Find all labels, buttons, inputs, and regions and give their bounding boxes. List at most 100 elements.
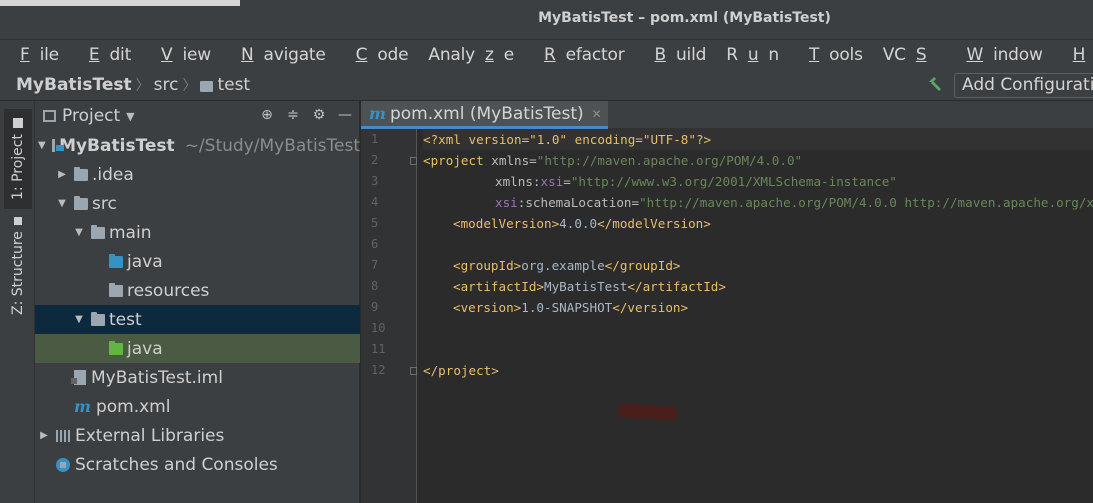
line-number: 1 — [371, 132, 379, 146]
tree-item-root[interactable]: ▼ MyBatisTest ~/Study/MyBatisTest — [35, 131, 360, 160]
chevron-right-icon: 〉 — [135, 78, 150, 94]
menu-bar: File Edit View Navigate Code Analy z e Ref… — [0, 40, 1093, 70]
chevron-down-icon[interactable]: ▼ — [126, 110, 134, 123]
tree-pom-label: pom.xml — [95, 396, 171, 417]
locate-target-icon[interactable]: ⊕ — [259, 107, 275, 123]
project-panel: Project ▼ ⊕ ≑ ⚙ — ▼ MyBatisTest ~/Study/… — [35, 101, 360, 503]
tree-root-path: ~/Study/MyBatisTest — [184, 135, 360, 156]
tree-root-label: MyBatisTest — [59, 135, 175, 156]
expand-arrow-icon[interactable]: ▼ — [38, 140, 46, 151]
tab-project[interactable]: 1: Project — [4, 109, 32, 209]
project-view-selector[interactable]: Project — [62, 106, 120, 126]
editor-tab-pom[interactable]: m pom.xml (MyBatisTest) ✕ — [361, 101, 608, 129]
window-title: MyBatisTest – pom.xml (MyBatisTest) — [538, 10, 831, 26]
tree-test-java-label: java — [127, 338, 163, 359]
breadcrumb-project[interactable]: MyBatisTest — [16, 75, 132, 95]
menu-code[interactable]: Code — [346, 45, 419, 65]
desktop-edge — [0, 0, 240, 6]
tree-item-pom[interactable]: m pom.xml — [35, 392, 360, 421]
xml-attr: xmlns= — [483, 153, 537, 168]
menu-edit[interactable]: Edit — [79, 45, 141, 65]
folder-icon — [91, 224, 105, 239]
xml-value: "http://www.w3.org/2001/XMLSchema-instan… — [570, 174, 897, 189]
minimize-icon[interactable]: — — [337, 107, 353, 123]
line-number: 5 — [371, 216, 379, 230]
xml-tag: <artifactId> — [453, 279, 544, 294]
build-hammer-icon[interactable] — [927, 76, 943, 92]
tree-item-main[interactable]: ▼ main — [35, 218, 360, 247]
expand-arrow-icon[interactable]: ▼ — [73, 227, 85, 238]
xml-declaration: <?xml version="1.0" encoding="UTF-8"?> — [423, 132, 712, 147]
module-folder-icon — [51, 139, 66, 152]
tree-src-label: src — [92, 193, 117, 214]
menu-refactor[interactable]: Refactor — [534, 45, 635, 65]
tab-project-label: 1: Project — [10, 134, 26, 200]
tree-item-src[interactable]: ▼ src — [35, 189, 360, 218]
xml-tag: <groupId> — [453, 258, 522, 273]
line-number: 4 — [371, 195, 379, 209]
menu-window[interactable]: Window — [956, 45, 1052, 65]
breadcrumb: MyBatisTest 〉 src 〉 test — [16, 75, 250, 95]
source-folder-icon — [109, 253, 123, 268]
project-window-icon — [43, 110, 56, 122]
code-editor[interactable]: <?xml version="1.0" encoding="UTF-8"?> <… — [423, 129, 1093, 503]
tree-item-test-java[interactable]: java — [35, 334, 360, 363]
tree-item-scratches[interactable]: Scratches and Consoles — [35, 450, 360, 479]
tree-external-libraries-label: External Libraries — [75, 425, 225, 446]
tab-structure-label: Z: Structure — [10, 231, 26, 315]
library-icon — [56, 429, 71, 442]
tree-item-external-libraries[interactable]: ▶ External Libraries — [35, 421, 360, 450]
add-configuration-button[interactable]: Add Configuration... — [954, 73, 1093, 98]
line-number: 11 — [371, 342, 386, 356]
expand-arrow-icon[interactable]: ▼ — [73, 314, 85, 325]
collapse-arrow-icon[interactable]: ▶ — [56, 169, 68, 180]
folder-icon — [91, 311, 105, 326]
folder-icon — [74, 195, 88, 210]
menu-navigate[interactable]: Navigate — [231, 45, 336, 65]
fold-marker-icon[interactable] — [410, 157, 417, 165]
breadcrumb-test[interactable]: test — [217, 75, 250, 95]
menu-run[interactable]: Run — [726, 45, 789, 65]
xml-value: "http://maven.apache.org/POM/4.0.0" — [536, 153, 803, 168]
line-number: 12 — [371, 363, 386, 377]
menu-view[interactable]: View — [151, 45, 221, 65]
resources-folder-icon — [109, 282, 123, 297]
menu-analyze[interactable]: Analy z e — [428, 45, 524, 65]
tree-main-label: main — [109, 222, 152, 243]
line-number: 3 — [371, 174, 379, 188]
collapse-arrow-icon[interactable]: ▶ — [38, 430, 50, 441]
xml-text: 1.0-SNAPSHOT — [521, 300, 613, 315]
tree-item-main-java[interactable]: java — [35, 247, 360, 276]
tab-structure[interactable]: Z: Structure — [4, 213, 32, 319]
breadcrumb-src[interactable]: src — [154, 75, 179, 95]
tree-item-iml[interactable]: MyBatisTest.iml — [35, 363, 360, 392]
menu-help[interactable]: Help — [1063, 45, 1093, 65]
close-icon[interactable]: ✕ — [592, 107, 602, 121]
xml-text: MyBatisTest — [544, 279, 628, 294]
tree-main-java-label: java — [127, 251, 163, 272]
tree-item-test[interactable]: ▼ test — [35, 305, 360, 334]
tree-item-idea[interactable]: ▶ .idea — [35, 160, 360, 189]
expand-arrow-icon[interactable]: ▼ — [56, 198, 68, 209]
xml-tag: </artifactId> — [627, 279, 726, 294]
code-line-9: <version>1.0-SNAPSHOT</version> — [423, 297, 688, 318]
gear-icon[interactable]: ⚙ — [311, 107, 327, 123]
tree-item-resources[interactable]: resources — [35, 276, 360, 305]
code-line-2: <project xmlns="http://maven.apache.org/… — [423, 150, 802, 171]
collapse-all-icon[interactable]: ≑ — [285, 107, 301, 123]
xml-tag: </groupId> — [604, 258, 681, 273]
menu-tools[interactable]: Tools — [799, 45, 873, 65]
xml-namespace: xsi — [495, 195, 518, 210]
structure-icon — [14, 217, 22, 226]
editor-tab-bar: m pom.xml (MyBatisTest) ✕ — [361, 101, 1093, 129]
menu-build[interactable]: Build — [645, 45, 717, 65]
xml-tag: </project> — [423, 363, 499, 378]
project-panel-header: Project ▼ ⊕ ≑ ⚙ — — [35, 101, 359, 131]
folder-icon — [200, 80, 214, 92]
menu-file[interactable]: File — [10, 45, 69, 65]
code-line-3: xmlns:xsi="http://www.w3.org/2001/XMLSch… — [423, 171, 897, 192]
maven-icon: m — [369, 104, 386, 123]
fold-marker-icon[interactable] — [410, 367, 417, 375]
menu-vcs[interactable]: VC S — [883, 45, 947, 65]
maven-icon: m — [74, 397, 91, 416]
